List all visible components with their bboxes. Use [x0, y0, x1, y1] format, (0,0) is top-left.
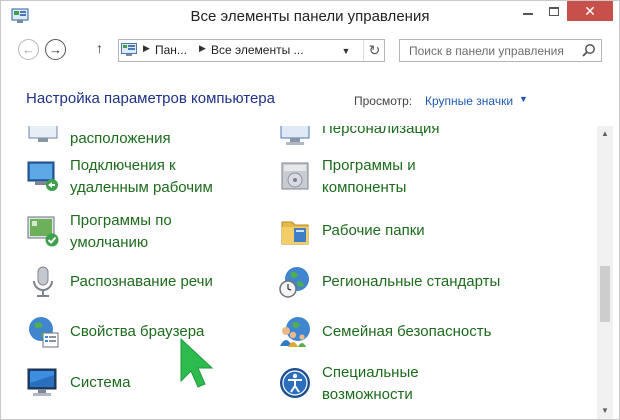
list-item-remote-desktop[interactable]: Подключения к удаленным рабочим [26, 157, 256, 203]
navigation-bar: ← → ↑ ▶ Пан... ▶ Все элементы ... ▼ ↻ По… [1, 32, 619, 70]
search-input[interactable]: Поиск в панели управления [409, 44, 564, 58]
scroll-down-arrow-icon[interactable]: ▼ [597, 403, 613, 419]
items-grid: расположения Персонализация Подключения … [1, 126, 597, 419]
window-controls: ✕ [515, 1, 613, 23]
list-item-work-folders[interactable]: Рабочие папки [278, 214, 508, 258]
microphone-icon [33, 266, 53, 297]
list-item-label[interactable]: Персонализация [322, 126, 440, 140]
list-item-label-line2[interactable]: удаленным рабочим [70, 177, 213, 199]
default-programs-icon [27, 216, 59, 247]
system-icon [27, 368, 57, 396]
ease-of-access-icon [280, 368, 310, 398]
list-item-speech-recognition[interactable]: Распознавание речи [26, 265, 256, 309]
vertical-scrollbar[interactable]: ▲ ▼ [597, 126, 613, 419]
back-button[interactable]: ← [18, 39, 39, 60]
list-item-label[interactable]: Система [70, 372, 130, 394]
minimize-icon [523, 13, 533, 15]
remote-desktop-icon [27, 161, 58, 191]
maximize-icon [549, 6, 559, 16]
control-panel-icon [121, 43, 137, 56]
control-panel-window: Все элементы панели управления ✕ ← → ↑ ▶… [0, 0, 620, 420]
address-dropdown-button[interactable]: ▼ [339, 43, 353, 59]
cursor-arrow-icon [180, 337, 214, 388]
list-item-label[interactable]: Семейная безопасность [322, 321, 491, 343]
list-item-label[interactable]: Программы и [322, 155, 416, 177]
page-header: Настройка параметров компьютера Просмотр… [1, 70, 619, 126]
close-button[interactable]: ✕ [567, 1, 613, 21]
location-icon [28, 126, 58, 142]
list-item-label[interactable]: Подключения к [70, 155, 176, 177]
breadcrumb-item-panel[interactable]: Пан... [155, 43, 187, 57]
work-folders-icon [281, 221, 309, 245]
internet-options-icon [29, 317, 59, 348]
list-item-label[interactable]: Региональные стандарты [322, 271, 500, 293]
view-by-label: Просмотр: [354, 94, 413, 108]
list-item-system[interactable]: Система [26, 366, 256, 410]
title-bar: Все элементы панели управления ✕ [1, 1, 619, 32]
list-item-region[interactable]: Региональные стандарты [278, 265, 508, 309]
programs-features-icon [281, 162, 309, 190]
search-box[interactable]: Поиск в панели управления [399, 39, 602, 62]
list-item-ease-of-access[interactable]: Специальные возможности [278, 364, 508, 410]
maximize-button[interactable] [541, 1, 567, 21]
list-item-label-line2[interactable]: компоненты [322, 177, 406, 199]
forward-button[interactable]: → [45, 39, 66, 60]
minimize-button[interactable] [515, 1, 541, 21]
search-icon[interactable] [582, 43, 596, 57]
breadcrumb-separator-icon: ▶ [199, 43, 206, 53]
list-item-label[interactable]: Программы по [70, 210, 172, 232]
list-item-label-line2[interactable]: умолчанию [70, 232, 148, 254]
list-item-label[interactable]: Распознавание речи [70, 271, 213, 293]
list-item-family-safety[interactable]: Семейная безопасность [278, 315, 508, 359]
list-item-label[interactable]: Рабочие папки [322, 220, 425, 242]
chevron-down-icon[interactable]: ▼ [519, 94, 528, 104]
region-clock-icon [279, 267, 309, 298]
family-safety-icon [280, 317, 310, 347]
breadcrumb-separator-icon: ▶ [143, 43, 150, 53]
list-item-programs-features[interactable]: Программы и компоненты [278, 157, 508, 203]
scrollbar-thumb[interactable] [600, 266, 610, 322]
list-item-label-line2[interactable]: возможности [322, 384, 413, 406]
view-by-dropdown[interactable]: Крупные значки [425, 94, 513, 108]
refresh-button[interactable]: ↻ [363, 40, 385, 61]
address-bar[interactable]: ▶ Пан... ▶ Все элементы ... ▼ ↻ [118, 39, 385, 62]
page-title: Настройка параметров компьютера [26, 90, 275, 107]
list-item-label[interactable]: Специальные [322, 362, 419, 384]
list-item-default-programs[interactable]: Программы по умолчанию [26, 212, 256, 258]
up-button[interactable]: ↑ [96, 40, 103, 56]
scroll-up-arrow-icon[interactable]: ▲ [597, 126, 613, 142]
breadcrumb-item-all-items[interactable]: Все элементы ... [211, 43, 304, 57]
personalization-icon [280, 126, 310, 145]
list-item-label[interactable]: расположения [70, 128, 171, 150]
list-item-internet-options[interactable]: Свойства браузера [26, 315, 256, 359]
